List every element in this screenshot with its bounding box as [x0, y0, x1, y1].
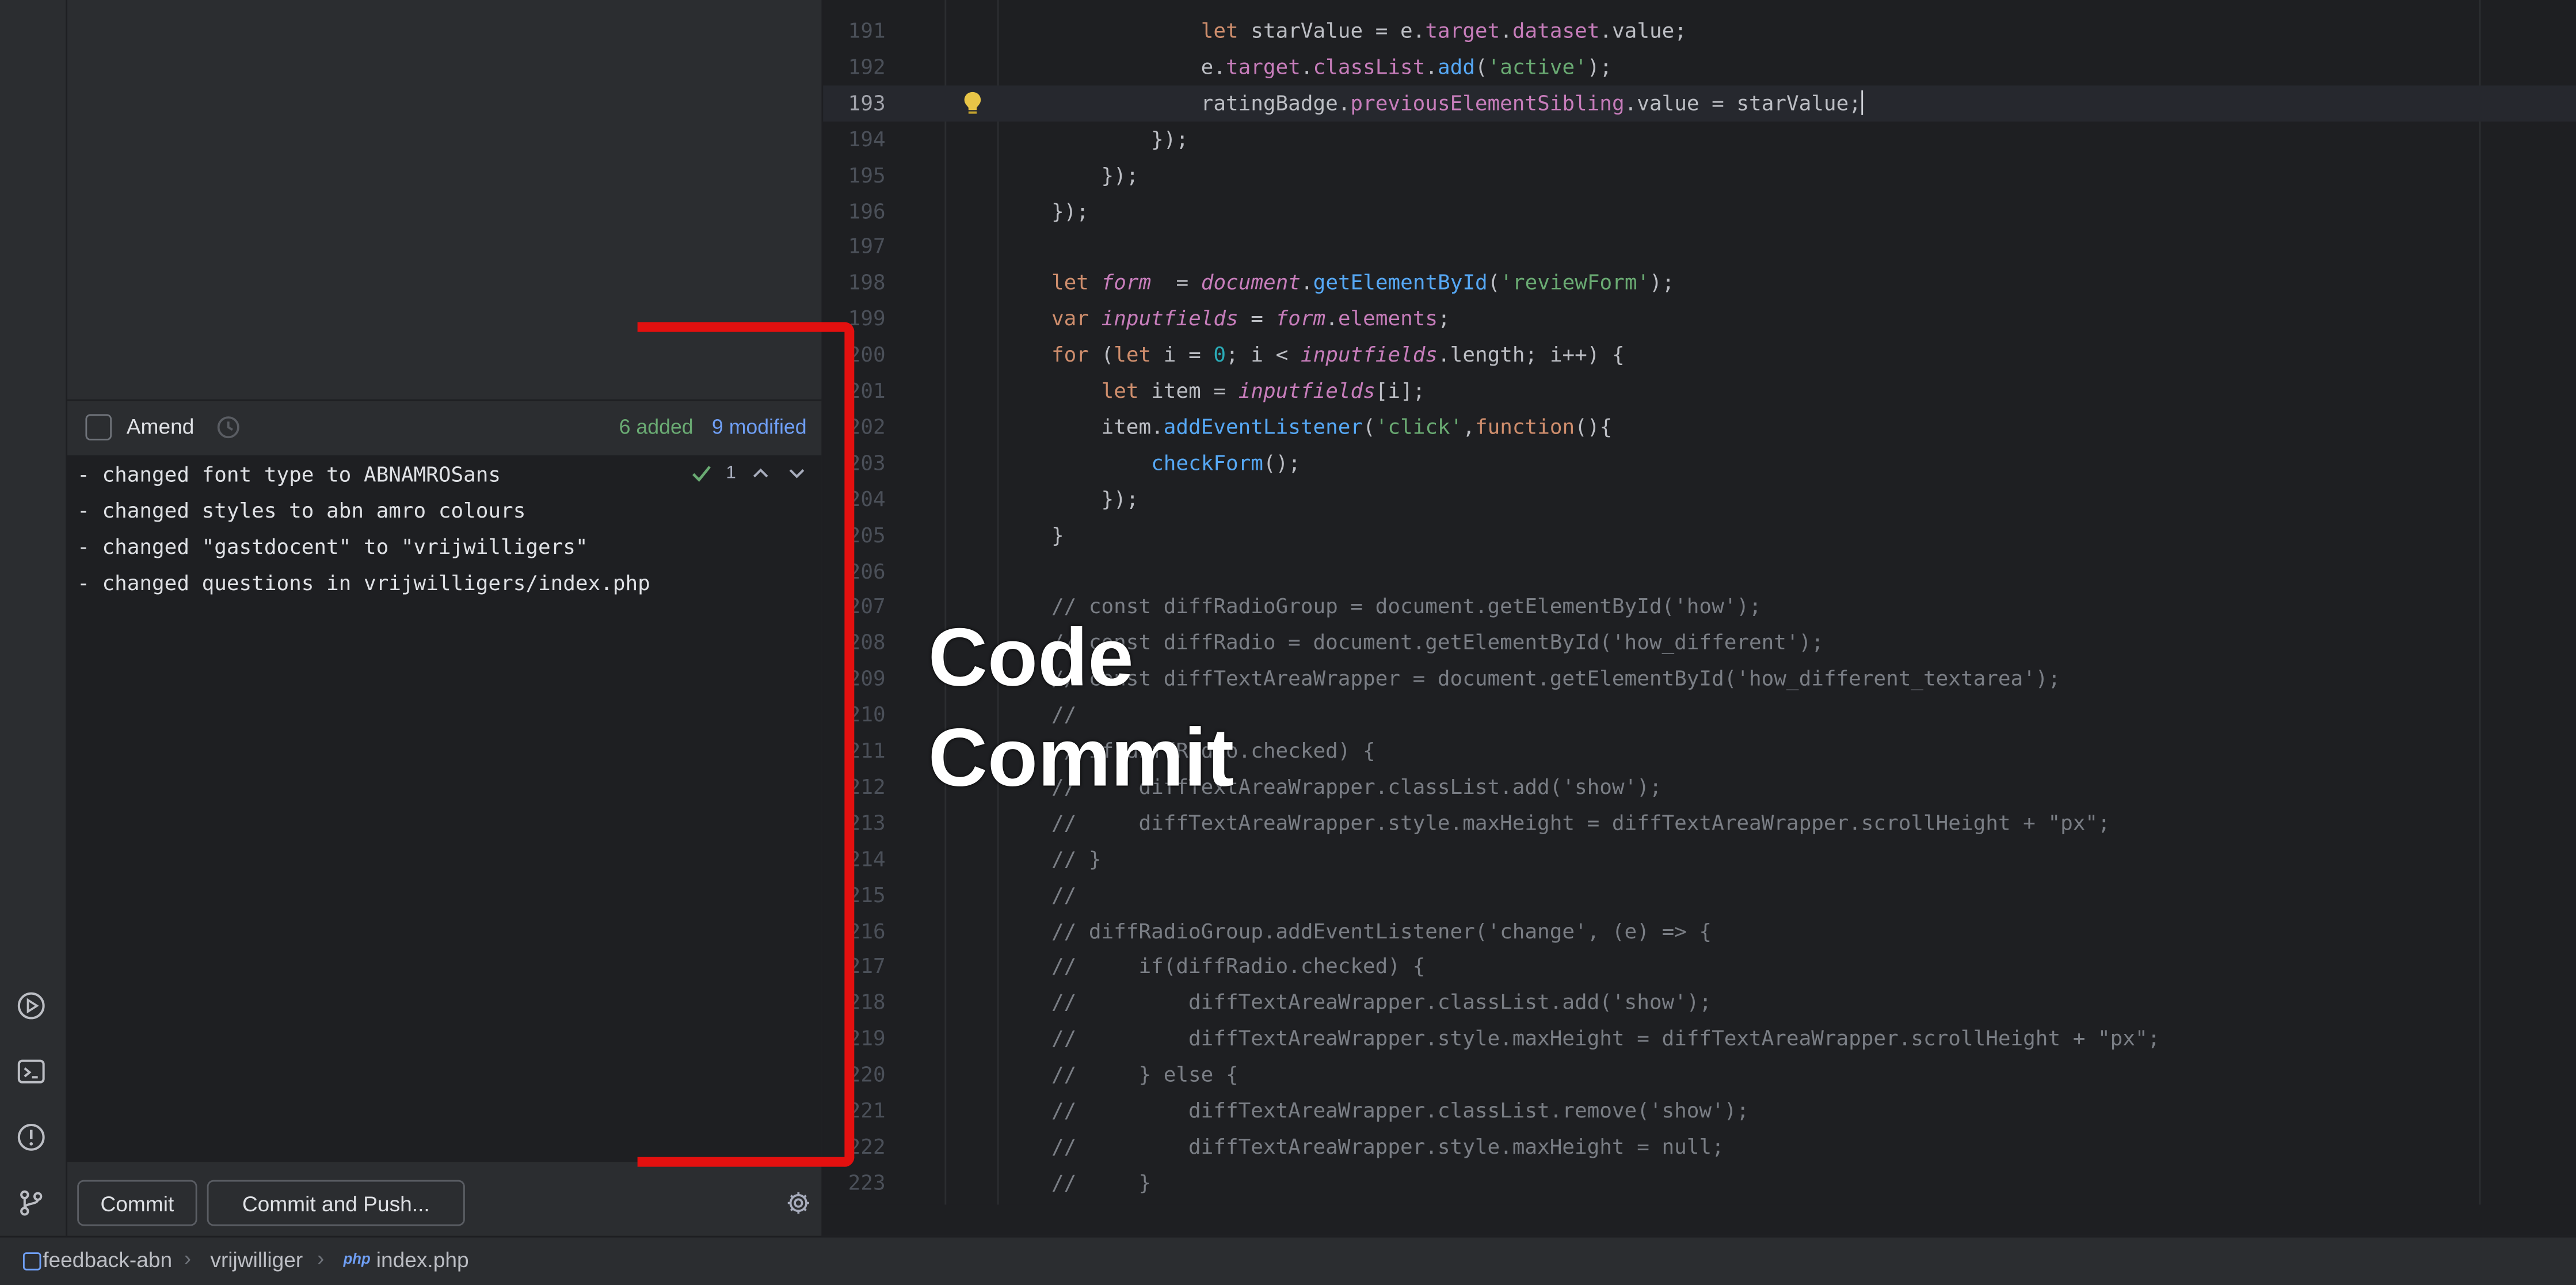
highlight-bracket	[637, 322, 855, 1167]
code-text: checkForm();	[1151, 450, 1301, 475]
code-text: ratingBadge.previousElementSibling.value…	[1051, 85, 1864, 121]
chevron-right-icon: ›	[184, 1245, 192, 1271]
code-line[interactable]: 213// diffTextAreaWrapper.style.maxHeigh…	[823, 805, 2576, 841]
code-text: // diffTextAreaWrapper.classList.remove(…	[1051, 1097, 1750, 1123]
message-line: - changed styles to abn amro colours	[77, 497, 526, 523]
code-line[interactable]: 202 item.addEventListener('click',functi…	[823, 409, 2576, 445]
line-number: 193	[848, 90, 886, 115]
code-line[interactable]: 217// if(diffRadio.checked) {	[823, 949, 2576, 985]
tool-window-strip	[0, 0, 68, 1236]
code-text: let form = document.getElementById('revi…	[1051, 270, 1675, 295]
code-line[interactable]: 195 });	[823, 157, 2576, 193]
code-text: // }	[1051, 1169, 1152, 1195]
code-line[interactable]: 220// } else {	[823, 1057, 2576, 1093]
code-text: item.addEventListener('click',function()…	[1051, 414, 1613, 439]
module-icon	[22, 1252, 41, 1271]
code-text: // diffRadioGroup.addEventListener('chan…	[1051, 918, 1712, 943]
line-number: 192	[848, 54, 886, 79]
code-line[interactable]: 203 checkForm();	[823, 445, 2576, 481]
message-line: - changed "gastdocent" to "vrijwilligers…	[77, 534, 588, 559]
code-text: });	[1051, 486, 1139, 511]
code-line[interactable]: 192 e.target.classList.add('active');	[823, 49, 2576, 85]
code-text: let item = inputfields[i];	[1101, 378, 1426, 403]
code-text: //	[1051, 881, 1077, 907]
line-number: 198	[848, 270, 886, 295]
status-bar: feedback-abn › vrijwilliger › php index.…	[0, 1235, 2576, 1285]
code-text: // diffTextAreaWrapper.classList.add('sh…	[1051, 990, 1712, 1015]
commit-button[interactable]: Commit	[77, 1180, 197, 1226]
code-line[interactable]: 197	[823, 229, 2576, 265]
breadcrumb-project[interactable]: feedback-abn	[43, 1248, 172, 1272]
line-number: 191	[848, 18, 886, 43]
code-line[interactable]: 223 // }	[823, 1165, 2576, 1201]
git-branch-icon[interactable]	[15, 1187, 48, 1219]
ide-window: Amend 6 added 9 modified 1 - changed fon…	[0, 0, 2576, 1285]
code-line[interactable]: 205}	[823, 517, 2576, 553]
code-text: // if(diffRadio.checked) {	[1051, 953, 1426, 979]
code-text: // diffTextAreaWrapper.style.maxHeight =…	[1051, 809, 2110, 835]
code-line[interactable]: 191 let starValue = e.target.dataset.val…	[823, 13, 2576, 50]
line-number: 195	[848, 162, 886, 187]
line-number: 194	[848, 126, 886, 151]
breadcrumb-folder[interactable]: vrijwilliger	[210, 1248, 303, 1272]
line-number: 223	[848, 1169, 886, 1195]
code-line[interactable]: 216// diffRadioGroup.addEventListener('c…	[823, 913, 2576, 949]
chevron-right-icon: ›	[317, 1245, 325, 1271]
code-line[interactable]: 222// diffTextAreaWrapper.style.maxHeigh…	[823, 1129, 2576, 1165]
code-line[interactable]: 201 let item = inputfields[i];	[823, 373, 2576, 409]
amend-label: Amend	[126, 414, 195, 439]
code-text: // }	[1051, 846, 1102, 871]
run-icon[interactable]	[15, 989, 48, 1022]
commit-and-push-button[interactable]: Commit and Push...	[207, 1180, 465, 1226]
code-text: // diffTextAreaWrapper.style.maxHeight =…	[1051, 1134, 1724, 1159]
code-line[interactable]: 206	[823, 553, 2576, 590]
code-text: var inputfields = form.elements;	[1051, 306, 1450, 331]
code-text: }	[1051, 522, 1064, 547]
line-number: 196	[848, 197, 886, 223]
code-line[interactable]: 218// diffTextAreaWrapper.classList.add(…	[823, 985, 2576, 1021]
code-line[interactable]: 214// }	[823, 841, 2576, 877]
code-line[interactable]: 198 let form = document.getElementById('r…	[823, 265, 2576, 301]
overlay-title-line: Code	[928, 611, 1134, 704]
clock-icon[interactable]	[215, 414, 242, 440]
gear-icon[interactable]	[785, 1190, 811, 1216]
code-text: });	[1051, 162, 1139, 187]
message-line: - changed questions in vrijwilligers/ind…	[77, 570, 650, 595]
code-text: });	[1051, 126, 1189, 151]
code-text: e.target.classList.add('active');	[1051, 54, 1613, 79]
code-line[interactable]: 221// diffTextAreaWrapper.classList.remo…	[823, 1093, 2576, 1129]
message-line: - changed font type to ABNAMROSans	[77, 462, 501, 486]
code-line[interactable]: 200 for (let i = 0; i < inputfields.lengt…	[823, 337, 2576, 373]
lightbulb-icon[interactable]	[961, 90, 984, 117]
code-line[interactable]: 199 var inputfields = form.elements;	[823, 301, 2576, 337]
breadcrumb-file[interactable]: index.php	[376, 1248, 469, 1272]
code-text: for (let i = 0; i < inputfields.length; …	[1051, 342, 1625, 367]
code-line[interactable]: 215//	[823, 877, 2576, 913]
code-text: });	[1051, 197, 1089, 223]
code-line[interactable]: 194 });	[823, 121, 2576, 157]
php-file-icon: php	[343, 1250, 371, 1267]
terminal-icon[interactable]	[15, 1055, 48, 1088]
code-line[interactable]: 193 ratingBadge.previousElementSibling.v…	[823, 85, 2576, 121]
code-text: // } else {	[1051, 1062, 1239, 1087]
overlay-title-line: Commit	[928, 712, 1234, 804]
line-number: 197	[848, 234, 886, 259]
problems-icon[interactable]	[15, 1121, 48, 1154]
code-line[interactable]: 196});	[823, 193, 2576, 229]
code-text: // diffTextAreaWrapper.style.maxHeight =…	[1051, 1025, 2160, 1051]
code-editor[interactable]: 191 let starValue = e.target.dataset.val…	[823, 0, 2576, 1205]
amend-checkbox[interactable]	[85, 414, 112, 441]
code-line[interactable]: 219// diffTextAreaWrapper.style.maxHeigh…	[823, 1021, 2576, 1057]
code-line[interactable]: 204 });	[823, 481, 2576, 518]
code-text: let starValue = e.target.dataset.value;	[1201, 18, 1687, 43]
overlay-title: Code Commit	[928, 608, 1234, 808]
